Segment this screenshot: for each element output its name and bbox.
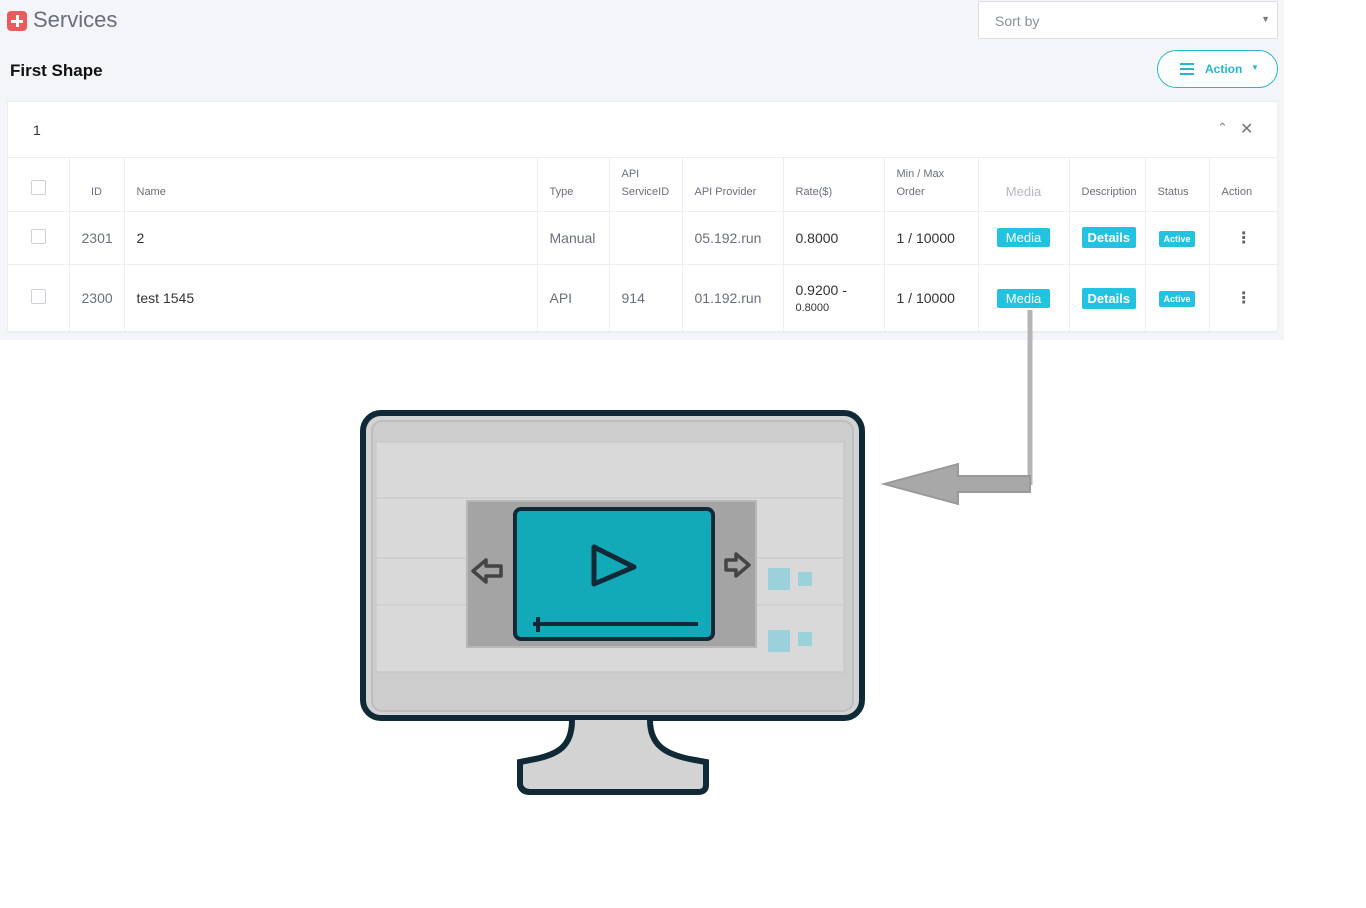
services-card: 1 ⌃ ✕ ID Name Type API ServiceID API Prov… [7,101,1278,333]
card-title: 1 [33,122,41,138]
menu-icon [1180,63,1194,75]
col-status[interactable]: Status [1144,158,1209,212]
cell-status: Active [1144,264,1209,333]
add-service-icon[interactable] [7,11,27,31]
col-id[interactable]: ID [68,158,124,212]
cell-type: Manual [536,211,609,265]
video-player-icon [466,500,757,648]
cell-id: 2300 [68,264,124,333]
row-checkbox[interactable] [30,228,46,244]
rate-value: 0.8000 [795,229,839,246]
cell-action: ⋮ [1208,264,1278,333]
more-options-icon[interactable]: ⋮ [1236,230,1252,247]
cell-api-service-id [608,211,682,265]
action-dropdown-button[interactable]: Action ▼ [1157,50,1278,88]
row-checkbox[interactable] [30,289,46,304]
select-all-checkbox[interactable] [30,179,46,195]
sort-by-placeholder: Sort by [995,13,1040,29]
col-api-provider[interactable]: API Provider [681,158,783,212]
details-button[interactable]: Details [1081,287,1137,309]
table-row: 2301 2 Manual 05.192.run 0.8000 1 / 1000… [8,211,1278,265]
card-header: 1 ⌃ ✕ [8,102,1277,158]
media-button[interactable]: Media [996,288,1051,308]
more-options-icon[interactable]: ⋮ [1236,290,1252,307]
col-api-line1: API [621,167,640,180]
collapse-icon[interactable]: ⌃ [1217,120,1228,136]
col-rate[interactable]: Rate($) [782,158,884,212]
col-api-service-id[interactable]: API ServiceID [608,158,682,212]
col-api-line2: ServiceID [621,185,670,198]
col-type[interactable]: Type [536,158,609,212]
cell-description: Details [1068,211,1145,265]
cell-media: Media [977,211,1069,265]
cell-name: 2 [123,211,537,265]
row-select-cell [8,211,69,265]
details-button[interactable]: Details [1081,227,1137,248]
close-icon[interactable]: ✕ [1240,119,1253,139]
col-description: Description [1068,158,1145,212]
cell-id: 2301 [68,211,124,265]
cell-provider: 05.192.run [681,211,783,265]
col-media: Media [977,158,1069,212]
col-minmax-line1: Min / Max [896,167,945,180]
arrow-left-icon [880,462,1031,506]
col-action: Action [1208,158,1278,212]
cell-rate: 0.8000 [782,211,884,265]
col-name[interactable]: Name [123,158,537,212]
select-all-cell [8,158,69,212]
services-table: ID Name Type API ServiceID API Provider R… [8,158,1278,333]
cell-action: ⋮ [1208,211,1278,265]
sort-by-select[interactable]: Sort by ▼ [978,1,1278,39]
status-badge: Active [1159,230,1195,247]
media-preview-illustration [360,310,1033,795]
page-title: Services [33,7,118,32]
rate-value: 0.9200 - [795,282,847,298]
cell-min-max: 1 / 10000 [883,211,978,265]
media-button[interactable]: Media [996,228,1051,247]
section-title: First Shape [10,61,103,80]
caret-down-icon: ▼ [1251,63,1259,72]
col-min-max-order[interactable]: Min / Max Order [883,158,978,212]
cell-description: Details [1068,264,1145,333]
chevron-down-icon: ▼ [1261,14,1270,24]
row-select-cell [8,264,69,333]
col-minmax-line2: Order [896,185,925,198]
status-badge: Active [1159,291,1195,307]
action-label: Action [1205,62,1243,76]
table-header-row: ID Name Type API ServiceID API Provider R… [8,158,1278,212]
cell-status: Active [1144,211,1209,265]
